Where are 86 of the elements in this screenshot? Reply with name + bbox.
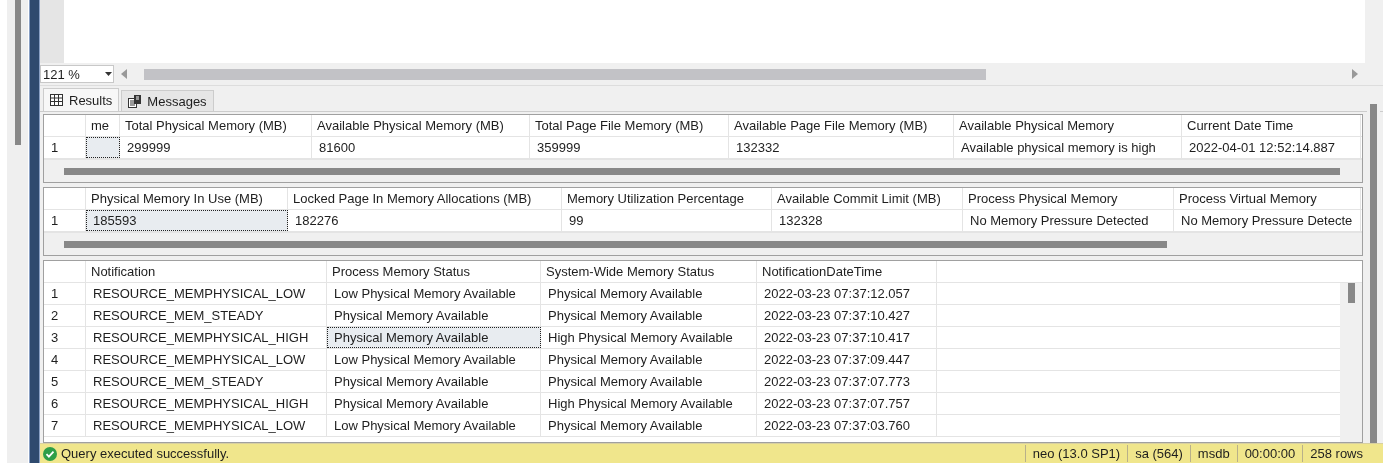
table-cell[interactable]: 2022-03-23 07:37:09.447 <box>757 349 937 370</box>
row-number: 1 <box>44 283 86 304</box>
scrollbar-thumb[interactable] <box>1370 104 1377 443</box>
success-icon <box>43 446 57 461</box>
table-cell[interactable]: Low Physical Memory Available <box>327 283 541 304</box>
column-header[interactable]: Physical Memory In Use (MB) <box>86 188 288 209</box>
table-cell[interactable]: 185593 <box>86 210 288 231</box>
table-cell[interactable]: 2022-03-23 07:37:07.757 <box>757 393 937 414</box>
scrollbar-thumb[interactable] <box>14 0 21 145</box>
table-cell[interactable]: Physical Memory Available <box>541 305 757 326</box>
scroll-right-icon[interactable] <box>1351 68 1359 80</box>
status-message: Query executed successfully. <box>61 446 230 461</box>
caret-icon <box>104 71 113 77</box>
table-cell[interactable] <box>86 137 120 158</box>
column-header[interactable]: Current Date Time <box>1182 115 1361 136</box>
table-cell[interactable]: Low Physical Memory Available <box>327 349 541 370</box>
column-header[interactable]: Total Physical Memory (MB) <box>120 115 312 136</box>
table-cell[interactable]: Available physical memory is high <box>954 137 1182 158</box>
table-cell[interactable]: Physical Memory Available <box>327 371 541 392</box>
results-tab[interactable]: Results <box>43 88 120 111</box>
status-field: sa (564) <box>1127 445 1190 462</box>
table-cell[interactable]: Physical Memory Available <box>541 371 757 392</box>
table-cell[interactable]: 182276 <box>288 210 562 231</box>
grid-icon <box>50 94 63 106</box>
table-cell[interactable]: 99 <box>562 210 772 231</box>
column-header[interactable]: Notification <box>86 261 327 282</box>
column-header[interactable]: System-Wide Memory Status <box>541 261 757 282</box>
row-number: 6 <box>44 393 86 414</box>
status-field: 00:00:00 <box>1236 445 1303 462</box>
scroll-left-icon[interactable] <box>120 68 128 80</box>
status-field: 258 rows <box>1302 445 1383 462</box>
column-header[interactable]: Available Physical Memory <box>954 115 1182 136</box>
table-cell[interactable]: Physical Memory Available <box>327 393 541 414</box>
column-header[interactable]: Available Page File Memory (MB) <box>729 115 954 136</box>
table-cell[interactable]: RESOURCE_MEM_STEADY <box>86 305 327 326</box>
row-number: 4 <box>44 349 86 370</box>
table-cell[interactable]: 299999 <box>120 137 312 158</box>
table-cell[interactable]: RESOURCE_MEMPHYSICAL_HIGH <box>86 393 327 414</box>
table-cell[interactable]: 2022-03-23 07:37:07.773 <box>757 371 937 392</box>
row-number: 2 <box>44 305 86 326</box>
table-cell[interactable]: Physical Memory Available <box>541 283 757 304</box>
table-cell[interactable]: 2022-03-23 07:37:10.417 <box>757 327 937 348</box>
table-cell[interactable]: RESOURCE_MEMPHYSICAL_LOW <box>86 349 327 370</box>
table-cell[interactable]: Physical Memory Available <box>327 327 541 348</box>
column-header[interactable]: Locked Page In Memory Allocations (MB) <box>288 188 562 209</box>
table-cell[interactable]: High Physical Memory Available <box>541 393 757 414</box>
scrollbar-thumb[interactable] <box>64 167 1340 175</box>
column-header[interactable]: Process Virtual Memory <box>1174 188 1361 209</box>
row-number: 7 <box>44 415 86 436</box>
row-number: 3 <box>44 327 86 348</box>
document-icon <box>128 94 142 108</box>
scrollbar-thumb[interactable] <box>1347 283 1355 303</box>
table-cell[interactable]: RESOURCE_MEM_STEADY <box>86 371 327 392</box>
table-cell[interactable]: 2022-03-23 07:37:03.760 <box>757 415 937 436</box>
table-cell[interactable]: Physical Memory Available <box>327 305 541 326</box>
table-cell[interactable]: 81600 <box>312 137 530 158</box>
zoom-dropdown[interactable]: 121 % <box>40 65 114 83</box>
column-header[interactable]: Total Page File Memory (MB) <box>530 115 729 136</box>
column-header[interactable]: Process Memory Status <box>327 261 541 282</box>
column-header[interactable]: Available Commit Limit (MB) <box>772 188 963 209</box>
scrollbar-thumb[interactable] <box>144 68 986 80</box>
results-tab[interactable]: Messages <box>121 90 214 111</box>
column-header[interactable]: Process Physical Memory <box>963 188 1174 209</box>
table-cell[interactable]: 132328 <box>772 210 963 231</box>
table-cell[interactable]: RESOURCE_MEMPHYSICAL_LOW <box>86 283 327 304</box>
table-cell[interactable]: Physical Memory Available <box>541 349 757 370</box>
table-cell[interactable]: 132332 <box>729 137 954 158</box>
table-cell[interactable]: 359999 <box>530 137 729 158</box>
table-cell[interactable]: No Memory Pressure Detected <box>963 210 1174 231</box>
column-header[interactable]: me <box>86 115 120 136</box>
table-cell[interactable]: 2022-04-01 12:52:14.887 <box>1182 137 1361 158</box>
table-cell[interactable]: Physical Memory Available <box>541 415 757 436</box>
status-field: neo (13.0 SP1) <box>1024 445 1128 462</box>
column-header[interactable]: Memory Utilization Percentage <box>562 188 772 209</box>
table-cell[interactable]: RESOURCE_MEMPHYSICAL_LOW <box>86 415 327 436</box>
status-field: msdb <box>1189 445 1237 462</box>
table-cell[interactable]: 2022-03-23 07:37:12.057 <box>757 283 937 304</box>
row-number: 5 <box>44 371 86 392</box>
splitter-bar[interactable] <box>29 0 40 463</box>
table-cell[interactable]: Low Physical Memory Available <box>327 415 541 436</box>
table-cell[interactable]: High Physical Memory Available <box>541 327 757 348</box>
table-cell[interactable]: No Memory Pressure Detecte <box>1174 210 1361 231</box>
column-header[interactable]: NotificationDateTime <box>757 261 937 282</box>
table-cell[interactable]: 2022-03-23 07:37:10.427 <box>757 305 937 326</box>
column-header[interactable]: Available Physical Memory (MB) <box>312 115 530 136</box>
scrollbar-thumb[interactable] <box>64 240 1167 248</box>
